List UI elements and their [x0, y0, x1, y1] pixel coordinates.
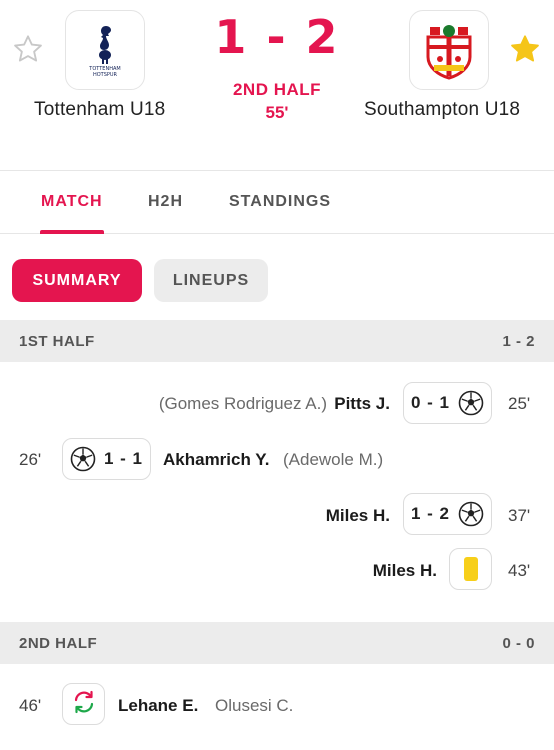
svg-text:HOTSPUR: HOTSPUR	[93, 72, 118, 78]
event-player[interactable]: Miles H.	[326, 506, 390, 526]
match-header: TOTTENHAM HOTSPUR Tottenham U18 1 - 2 2N…	[0, 0, 554, 170]
event-player[interactable]: Pitts J.	[334, 394, 390, 414]
subtab-lineups[interactable]: LINEUPS	[154, 259, 268, 302]
event-assist: (Gomes Rodriguez A.)	[158, 394, 327, 413]
main-tabs: MATCH H2H STANDINGS	[0, 170, 554, 234]
event-minute: 25'	[508, 394, 531, 413]
event-score: 1 - 2	[410, 504, 451, 523]
event-substitution-box	[62, 683, 105, 725]
substitution-icon	[71, 689, 97, 720]
section-header-second-half: 2ND HALF 0 - 0	[0, 622, 554, 664]
match-score: 1 - 2	[214, 10, 340, 64]
away-team-name[interactable]: Southampton U18	[364, 99, 520, 121]
event-minute: 26'	[19, 450, 42, 469]
event-goal-box: 1 - 2	[403, 493, 492, 535]
tab-match[interactable]: MATCH	[41, 193, 103, 211]
football-icon	[458, 501, 484, 527]
tab-standings[interactable]: STANDINGS	[229, 193, 331, 211]
tottenham-logo[interactable]: TOTTENHAM HOTSPUR	[65, 10, 145, 90]
event-score: 1 - 1	[103, 449, 144, 468]
cockerel-icon: TOTTENHAM HOTSPUR	[88, 26, 121, 78]
favorite-away-star-icon[interactable]	[509, 33, 541, 65]
home-team-name[interactable]: Tottenham U18	[34, 99, 165, 121]
yellow-card-icon	[463, 557, 478, 581]
event-card-box	[449, 548, 492, 590]
event-player[interactable]: Miles H.	[373, 561, 437, 581]
subtab-summary[interactable]: SUMMARY	[12, 259, 142, 302]
event-score: 0 - 1	[410, 393, 451, 412]
section-title: 2ND HALF	[19, 635, 98, 652]
football-icon	[458, 390, 484, 416]
event-goal-box: 1 - 1	[62, 438, 151, 480]
section-header-first-half: 1ST HALF 1 - 2	[0, 320, 554, 362]
tab-h2h[interactable]: H2H	[148, 193, 183, 211]
southampton-crest-icon	[426, 25, 472, 80]
southampton-logo[interactable]	[409, 10, 489, 90]
event-player-out[interactable]: Olusesi C.	[215, 696, 293, 716]
match-minute: 55'	[265, 103, 289, 122]
active-tab-indicator	[40, 230, 104, 234]
event-goal-box: 0 - 1	[403, 382, 492, 424]
section-score: 1 - 2	[502, 333, 535, 350]
football-icon	[70, 446, 96, 472]
event-player-in[interactable]: Lehane E.	[118, 696, 198, 716]
favorite-home-star-icon[interactable]	[12, 33, 44, 65]
match-status: 2ND HALF	[232, 80, 322, 99]
section-title: 1ST HALF	[19, 333, 95, 350]
event-minute: 43'	[508, 561, 531, 580]
event-assist: (Adewole M.)	[283, 450, 384, 469]
event-minute: 46'	[19, 696, 42, 715]
section-score: 0 - 0	[502, 635, 535, 652]
event-minute: 37'	[508, 506, 531, 525]
event-player[interactable]: Akhamrich Y.	[163, 450, 269, 470]
